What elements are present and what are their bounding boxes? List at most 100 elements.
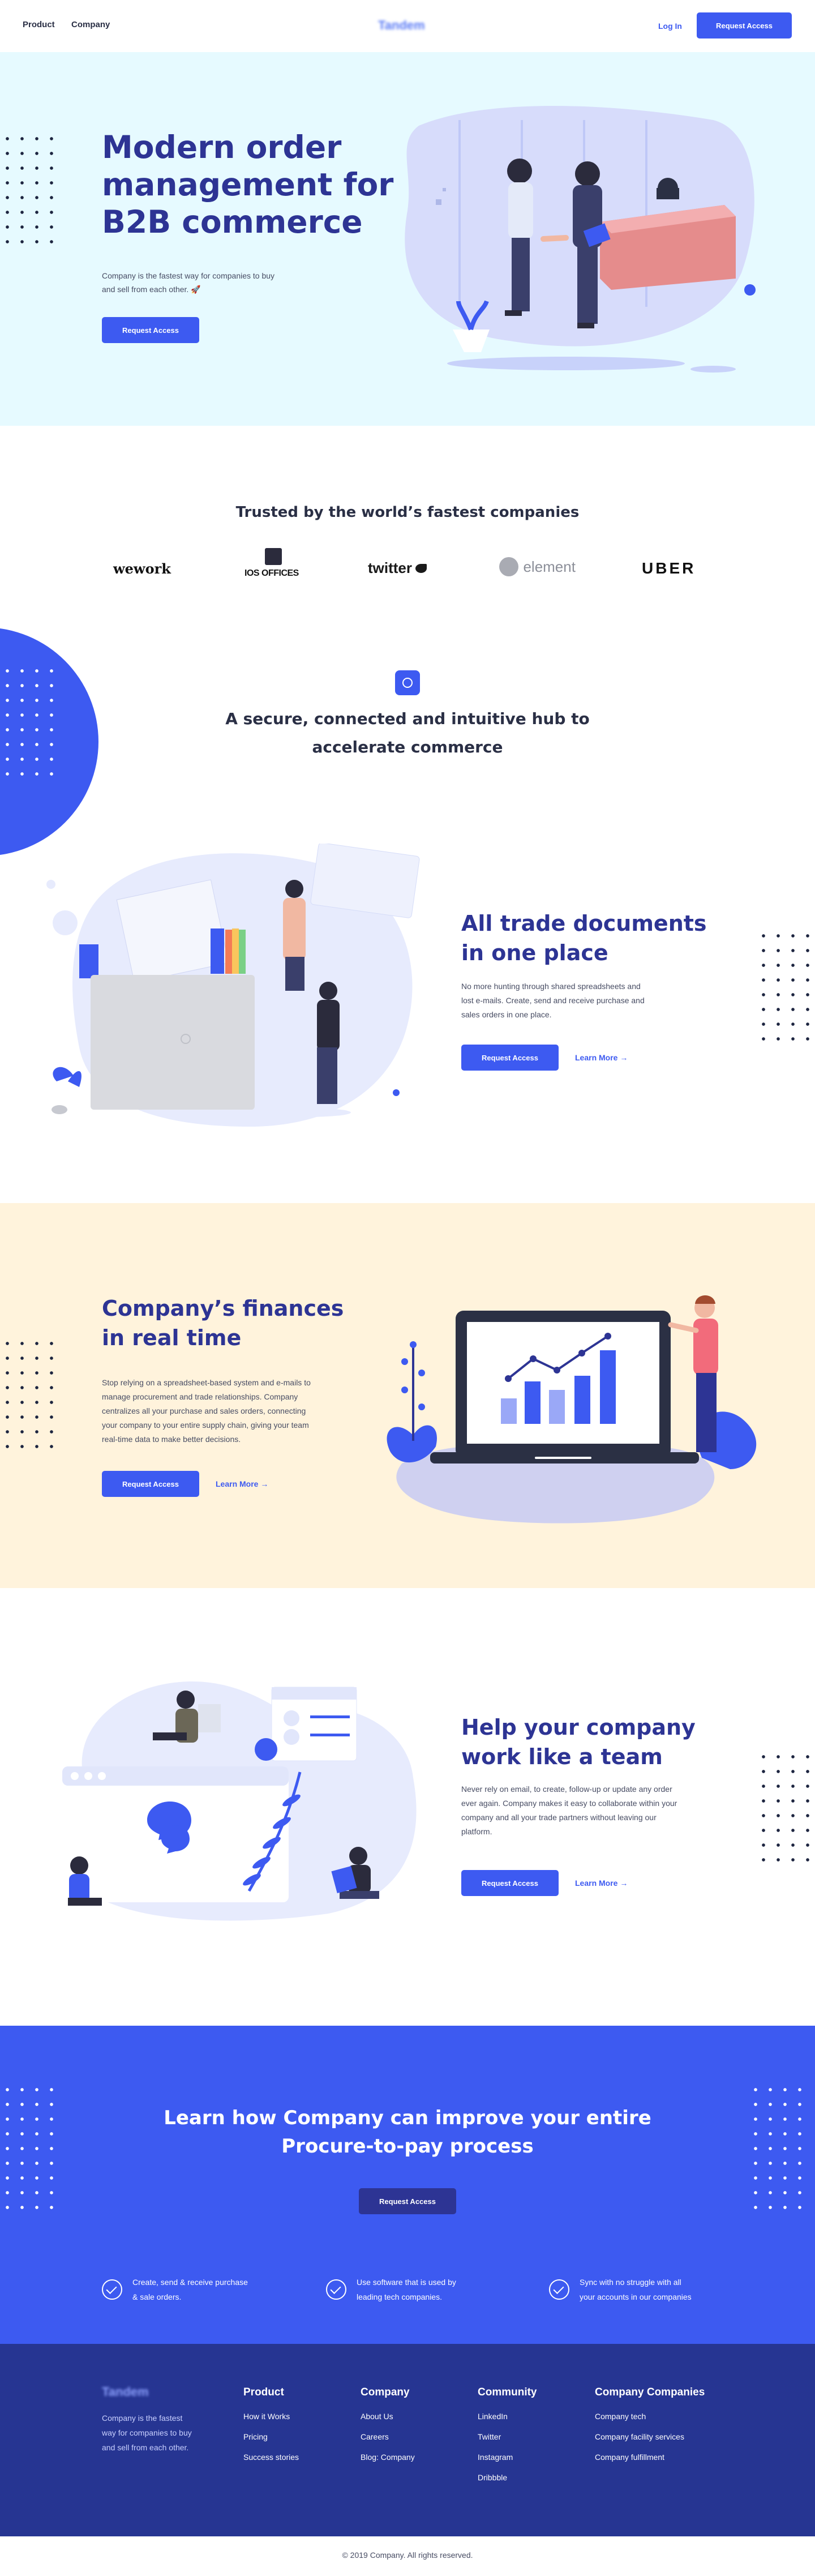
logo-uber: UBER: [642, 559, 696, 577]
benefit-2-check-icon: [326, 2279, 346, 2300]
footer-link-dribbble[interactable]: Dribbble: [478, 2473, 507, 2482]
benefit-3-text: Sync with no struggle with all your acco…: [580, 2275, 692, 2304]
finances-body-line-3: centralizes all your purchase and sales …: [102, 1406, 306, 1415]
hero-request-access-button[interactable]: Request Access: [102, 317, 199, 343]
documents-body-line-3: sales orders in one place.: [461, 1010, 552, 1019]
hero-title-line-3: B2B commerce: [102, 204, 363, 240]
benefit-2-line-2: leading tech companies.: [357, 2292, 442, 2301]
cta-band-request-access-button[interactable]: Request Access: [359, 2188, 456, 2214]
benefit-3-line-2: your accounts in our companies: [580, 2292, 692, 2301]
ios-offices-wordmark: IOS OFFICES: [244, 568, 299, 578]
footer-col-product-title: Product: [243, 2386, 284, 2398]
cta-band-section: Learn how Company can improve your entir…: [0, 2026, 815, 2344]
team-body-line-1: Never rely on email, to create, follow-u…: [461, 1785, 672, 1794]
footer-about: Company is the fastest way for companies…: [102, 2411, 192, 2455]
footer-link-linkedin[interactable]: LinkedIn: [478, 2412, 508, 2421]
hero-illustration: [405, 106, 756, 373]
top-nav: Product Company Tandem Log In Request Ac…: [0, 0, 815, 52]
logo-ios-offices: IOS OFFICES: [243, 548, 306, 582]
footer-link-company-fulfillment[interactable]: Company fulfillment: [595, 2453, 664, 2462]
footer-link-blog[interactable]: Blog: Company: [361, 2453, 415, 2462]
cta-band-title-line-1: Learn how Company can improve your entir…: [164, 2107, 651, 2129]
finances-body-line-5: real-time data to make better decisions.: [102, 1435, 241, 1444]
finances-body-line-1: Stop relying on a spreadsheet-based syst…: [102, 1378, 311, 1387]
hero-subtitle-line-2: and sell from each other. 🚀: [102, 285, 201, 294]
documents-title-line-2: in one place: [461, 940, 608, 965]
finances-illustration: [387, 1295, 757, 1524]
footer: Tandem Company is the fastest way for co…: [0, 2344, 815, 2536]
check-circle-icon: [402, 678, 413, 688]
footer-link-pricing[interactable]: Pricing: [243, 2432, 268, 2441]
finances-title: Company’s finances in real time: [102, 1294, 344, 1353]
twitter-bird-icon: [415, 564, 427, 573]
hero-title-line-1: Modern order: [102, 129, 342, 165]
footer-link-company-facility[interactable]: Company facility services: [595, 2432, 684, 2441]
benefit-1-text: Create, send & receive purchase & sale o…: [132, 2275, 248, 2304]
footer-about-line-2: way for companies to buy: [102, 2428, 192, 2437]
documents-dots-decoration: [756, 928, 815, 1046]
benefit-3-line-1: Sync with no struggle with all: [580, 2278, 681, 2287]
footer-about-line-3: and sell from each other.: [102, 2443, 189, 2452]
footer-link-company-tech[interactable]: Company tech: [595, 2412, 646, 2421]
documents-title: All trade documents in one place: [461, 909, 707, 968]
team-illustration: [62, 1681, 417, 1921]
hub-title-line-1: A secure, connected and intuitive hub to: [225, 709, 590, 728]
twitter-wordmark: twitter: [368, 559, 412, 576]
footer-link-how-it-works[interactable]: How it Works: [243, 2412, 290, 2421]
footer-col-companies-title: Company Companies: [595, 2386, 705, 2398]
footer-link-about-us[interactable]: About Us: [361, 2412, 393, 2421]
finances-body-line-2: manage procurement and trade relationshi…: [102, 1392, 298, 1401]
footer-link-success-stories[interactable]: Success stories: [243, 2453, 299, 2462]
benefit-3-check-icon: [549, 2279, 569, 2300]
hub-title-line-2: accelerate commerce: [312, 738, 503, 756]
finances-learn-more-link[interactable]: Learn More →: [216, 1479, 268, 1488]
hero-section: Modern order management for B2B commerce…: [0, 52, 815, 426]
footer-logo[interactable]: Tandem: [102, 2385, 149, 2399]
team-body-line-4: platform.: [461, 1827, 492, 1836]
finances-title-line-2: in real time: [102, 1325, 242, 1350]
team-body: Never rely on email, to create, follow-u…: [461, 1782, 677, 1839]
nav-product-link[interactable]: Product: [23, 20, 55, 29]
documents-learn-more-link[interactable]: Learn More →: [575, 1053, 628, 1062]
team-request-access-button[interactable]: Request Access: [461, 1870, 559, 1896]
finances-title-line-1: Company’s finances: [102, 1296, 344, 1321]
footer-about-line-1: Company is the fastest: [102, 2414, 183, 2423]
trusted-title: Trusted by the world’s fastest companies: [235, 504, 580, 521]
hero-title-line-2: management for: [102, 166, 394, 203]
footer-link-instagram[interactable]: Instagram: [478, 2453, 513, 2462]
hero-title: Modern order management for B2B commerce: [102, 129, 393, 241]
hero-subtitle-line-1: Company is the fastest way for companies…: [102, 271, 275, 280]
finances-request-access-button[interactable]: Request Access: [102, 1471, 199, 1497]
footer-col-company-title: Company: [361, 2386, 410, 2398]
nav-logo[interactable]: Tandem: [378, 18, 425, 33]
ios-offices-emblem-icon: [265, 548, 282, 565]
hero-dots-decoration: [0, 131, 59, 249]
footer-link-twitter[interactable]: Twitter: [478, 2432, 501, 2441]
team-body-line-3: company and all your trade partners with…: [461, 1813, 657, 1822]
documents-illustration: [46, 844, 420, 1127]
benefit-1-line-2: & sale orders.: [132, 2292, 182, 2301]
benefit-2-line-1: Use software that is used by: [357, 2278, 456, 2287]
finances-body-line-4: your company to your entire supply chain…: [102, 1420, 309, 1430]
documents-body: No more hunting through shared spreadshe…: [461, 979, 645, 1022]
team-learn-more-link[interactable]: Learn More →: [575, 1878, 628, 1888]
nav-request-access-button[interactable]: Request Access: [697, 12, 792, 38]
logo-wework: wework: [113, 560, 171, 577]
team-title-line-2: work like a team: [461, 1744, 663, 1769]
logo-twitter: twitter: [368, 559, 427, 577]
element-circle-icon: [499, 557, 518, 576]
team-dots-decoration: [756, 1749, 815, 1867]
team-title: Help your company work like a team: [461, 1713, 696, 1771]
hero-subtitle: Company is the fastest way for companies…: [102, 269, 274, 296]
nav-company-link[interactable]: Company: [71, 20, 110, 29]
benefit-1-check-icon: [102, 2279, 122, 2300]
hub-check-badge: [395, 670, 420, 695]
nav-login-link[interactable]: Log In: [658, 22, 682, 31]
documents-body-line-1: No more hunting through shared spreadshe…: [461, 982, 641, 991]
finances-dots-decoration: [0, 1336, 59, 1454]
documents-body-line-2: lost e-mails. Create, send and receive p…: [461, 996, 645, 1005]
footer-link-careers[interactable]: Careers: [361, 2432, 389, 2441]
trusted-logos: wework IOS OFFICES twitter element UBER: [102, 548, 713, 582]
documents-request-access-button[interactable]: Request Access: [461, 1045, 559, 1071]
copyright: © 2019 Company. All rights reserved.: [342, 2551, 473, 2560]
